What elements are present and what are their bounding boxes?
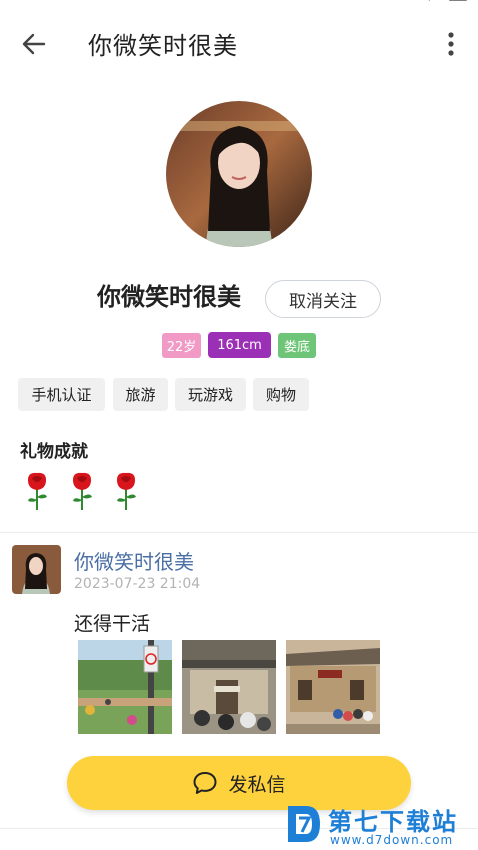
section-divider xyxy=(0,532,478,533)
city-badge: 娄底 xyxy=(278,333,316,358)
tag-travel: 旅游 xyxy=(113,378,168,411)
tag-phone-verified: 手机认证 xyxy=(18,378,105,411)
site-watermark: 第七下载站 www.d7down.com xyxy=(284,800,478,850)
profile-avatar[interactable] xyxy=(166,101,312,247)
back-button[interactable] xyxy=(18,28,50,60)
post-author-avatar[interactable] xyxy=(12,545,61,594)
avatar-photo xyxy=(12,545,61,594)
unfollow-button[interactable]: 取消关注 xyxy=(265,280,381,318)
name-row: 你微笑时很美 取消关注 xyxy=(0,280,478,318)
watermark-logo-icon xyxy=(288,806,320,842)
send-message-label: 发私信 xyxy=(228,773,286,796)
tag-gaming: 玩游戏 xyxy=(175,378,246,411)
page-title: 你微笑时很美 xyxy=(88,32,238,60)
old-house-photo xyxy=(286,640,380,734)
post-photo-park[interactable] xyxy=(78,640,172,734)
avatar-photo xyxy=(166,101,312,247)
watermark-text: 第七下载站 xyxy=(328,808,458,836)
tag-shopping: 购物 xyxy=(253,378,309,411)
profile-badges: 22岁 161cm 娄底 xyxy=(0,332,478,359)
post-author-name[interactable]: 你微笑时很美 xyxy=(74,546,194,575)
top-bar: 你微笑时很美 xyxy=(0,0,478,88)
post-text: 还得干活 xyxy=(74,613,151,635)
status-bar-fragment xyxy=(428,0,467,1)
profile-name: 你微笑时很美 xyxy=(97,283,241,311)
height-badge: 161cm xyxy=(208,332,271,358)
park-photo xyxy=(78,640,172,734)
more-button[interactable] xyxy=(438,28,464,60)
village-gate-photo xyxy=(182,640,276,734)
watermark-url: www.d7down.com xyxy=(330,833,454,847)
post-photo-old-house[interactable] xyxy=(286,640,380,734)
rose-icon xyxy=(28,472,47,510)
gifts-title: 礼物成就 xyxy=(20,442,88,462)
gifts-list xyxy=(22,470,152,510)
post-photo-village-gate[interactable] xyxy=(182,640,276,734)
more-vertical-icon xyxy=(448,32,454,56)
arrow-left-icon xyxy=(22,33,46,55)
age-badge: 22岁 xyxy=(162,333,201,358)
rose-icon xyxy=(117,472,136,510)
post-timestamp: 2023-07-23 21:04 xyxy=(74,576,201,592)
rose-icon xyxy=(73,472,92,510)
chat-bubble-icon xyxy=(193,772,217,794)
